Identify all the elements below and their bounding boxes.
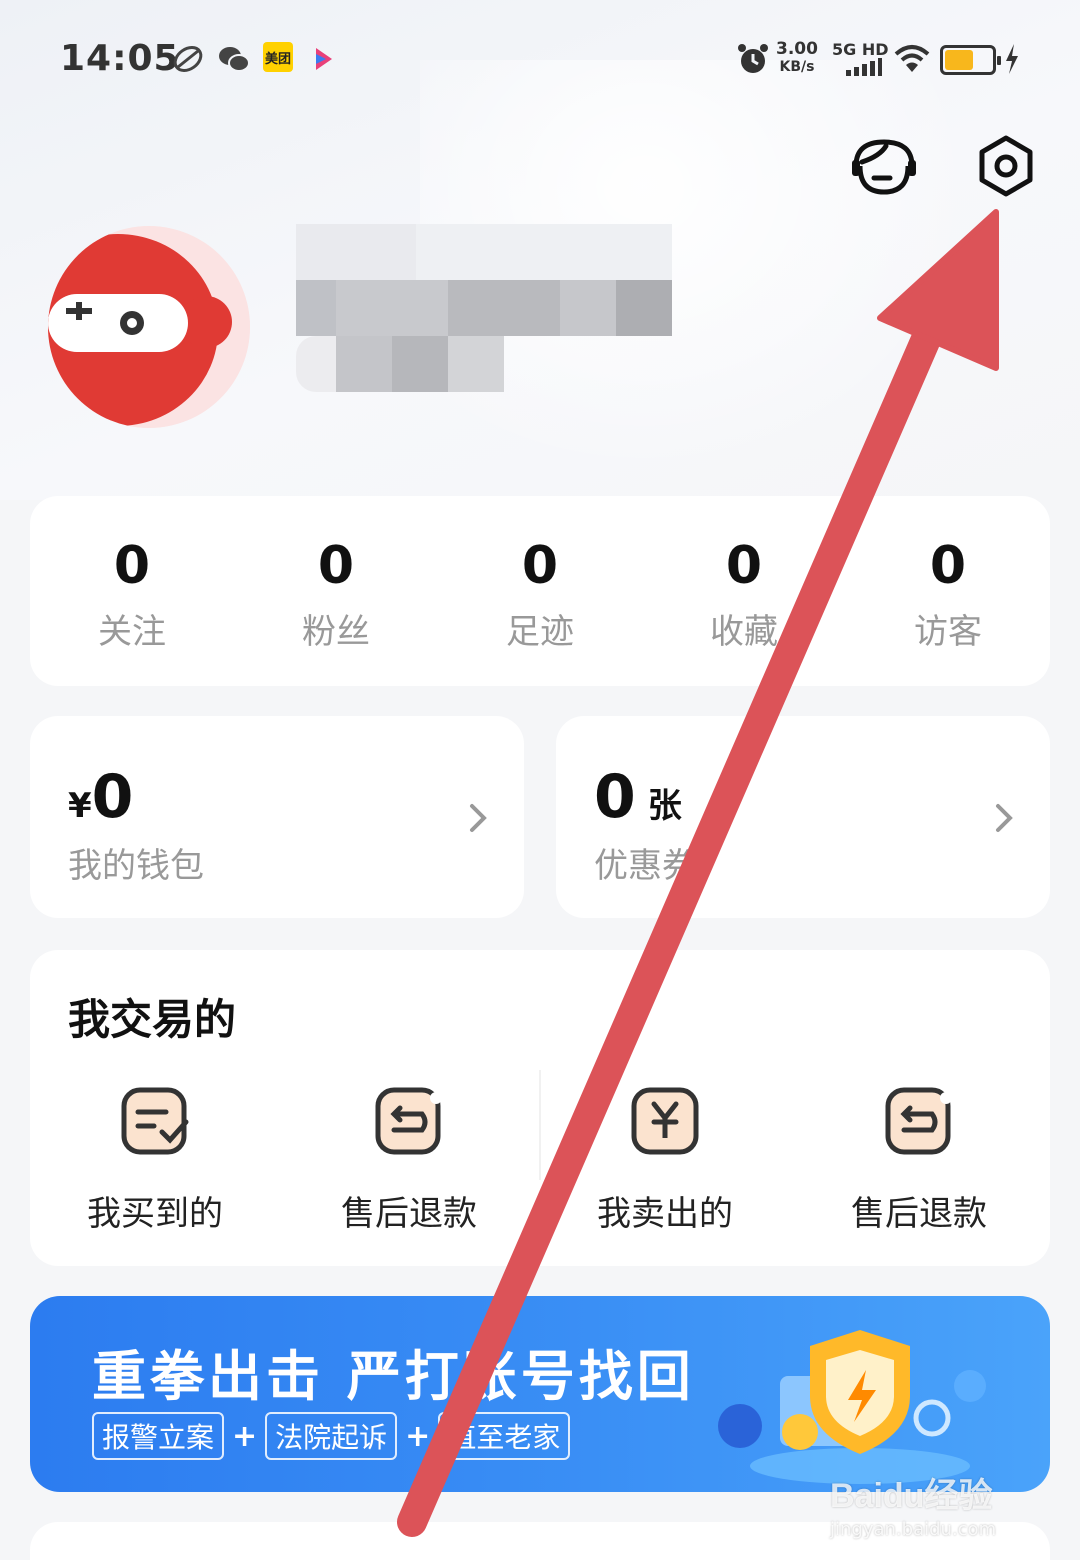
battery-icon <box>940 45 1001 75</box>
watermark-text: Baidu经验 <box>830 1477 993 1515</box>
bought-list-icon <box>121 1087 189 1155</box>
shield-security-illustration <box>718 1330 986 1484</box>
chevron-right-icon <box>470 804 487 832</box>
watermark-url: jingyan.baidu.com <box>830 1519 997 1540</box>
trade-item-bought[interactable]: 我买到的 <box>30 1082 280 1235</box>
banner-tags: 报警立案 + 法院起诉 + 直至老家 <box>92 1412 571 1460</box>
refund-icon <box>375 1087 442 1155</box>
battery-level <box>945 50 973 70</box>
stat-following[interactable]: 0 关注 <box>30 496 234 686</box>
baidu-watermark: Baidu经验 jingyan.baidu.com <box>830 1468 996 1540</box>
stat-label: 收藏 <box>710 611 778 652</box>
trade-item-label: 我买到的 <box>87 1194 223 1234</box>
wifi-icon <box>894 42 930 76</box>
customer-service-icon[interactable] <box>850 132 918 200</box>
stats-card: 0 关注 0 粉丝 0 足迹 0 收藏 0 访客 <box>30 496 1050 686</box>
stat-label: 粉丝 <box>302 611 370 652</box>
network-speed-unit: KB/s <box>779 59 815 75</box>
banner-tag: 直至老家 <box>438 1412 571 1460</box>
chevron-right-icon <box>996 804 1013 832</box>
stat-favorites[interactable]: 0 收藏 <box>642 496 846 686</box>
wallet-label: 我的钱包 <box>68 846 204 886</box>
network-speed-value: 3.00 <box>776 39 818 59</box>
alarm-icon <box>736 42 770 76</box>
trade-item-refund-sell[interactable]: 售后退款 <box>794 1082 1044 1235</box>
coupon-unit: 张 <box>647 786 682 826</box>
charging-icon <box>1004 42 1020 76</box>
section-title: 我交易的 <box>68 995 237 1044</box>
stat-label: 足迹 <box>506 611 574 652</box>
trade-item-label: 售后退款 <box>341 1194 477 1234</box>
video-app-icon <box>308 42 338 76</box>
coupon-label: 优惠券 <box>594 846 696 886</box>
username-blurred <box>296 224 676 394</box>
stat-value: 0 <box>113 535 151 596</box>
banner-tag: 报警立案 <box>92 1412 225 1460</box>
trade-item-sold[interactable]: 我卖出的 <box>540 1082 790 1235</box>
settings-icon[interactable] <box>972 132 1040 200</box>
coupon-value: 0 <box>594 762 636 832</box>
wallet-card[interactable]: ¥ 0 我的钱包 <box>30 716 524 918</box>
stat-value: 0 <box>317 535 355 596</box>
coupon-count: 0 张 <box>594 766 682 828</box>
status-time: 14:05 <box>60 38 180 79</box>
wallet-value: 0 <box>91 762 134 832</box>
network-type: 5G HD <box>832 40 889 59</box>
stat-label: 关注 <box>98 611 166 652</box>
trade-item-label: 售后退款 <box>851 1194 987 1234</box>
plus-sign: + <box>232 1418 258 1454</box>
leaf-app-icon <box>172 42 204 76</box>
signal-icon <box>846 58 882 76</box>
network-speed: 3.00 KB/s <box>776 40 818 76</box>
stat-value: 0 <box>929 535 967 596</box>
my-trades-card: 我交易的 我买到的 售后退款 我卖出的 售后退款 <box>30 950 1050 1266</box>
status-bar: 14:05 美团 3.00 KB/s 5G HD <box>0 0 1080 120</box>
stat-value: 0 <box>725 535 763 596</box>
refund-icon <box>885 1087 952 1155</box>
stat-visitors[interactable]: 0 访客 <box>846 496 1050 686</box>
currency-symbol: ¥ <box>68 786 92 826</box>
stat-label: 访客 <box>914 611 982 652</box>
plus-sign: + <box>405 1418 431 1454</box>
coupon-card[interactable]: 0 张 优惠券 <box>556 716 1050 918</box>
stat-fans[interactable]: 0 粉丝 <box>234 496 438 686</box>
gamepad-ninja-avatar-icon <box>48 226 250 428</box>
sold-yen-icon <box>631 1087 699 1155</box>
stat-footprint[interactable]: 0 足迹 <box>438 496 642 686</box>
wechat-icon <box>218 42 250 76</box>
stat-value: 0 <box>521 535 559 596</box>
meituan-icon: 美团 <box>263 42 293 72</box>
banner-tag: 法院起诉 <box>265 1412 398 1460</box>
trade-item-label: 我卖出的 <box>597 1194 733 1234</box>
avatar[interactable] <box>48 226 250 428</box>
wallet-balance: ¥ 0 <box>68 766 133 828</box>
promo-banner[interactable]: 重拳出击 严打账号找回 报警立案 + 法院起诉 + 直至老家 <box>30 1296 1050 1492</box>
trade-item-refund-buy[interactable]: 售后退款 <box>284 1082 534 1235</box>
banner-title: 重拳出击 严打账号找回 <box>92 1345 695 1408</box>
